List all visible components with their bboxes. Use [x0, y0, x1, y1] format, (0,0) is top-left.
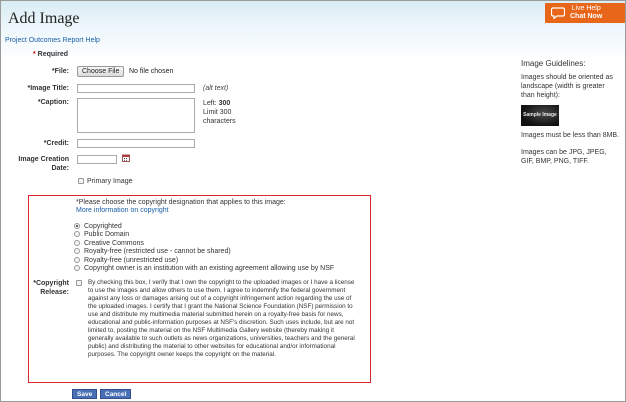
- radio-copyrighted[interactable]: [74, 223, 80, 229]
- primary-image-label: Primary Image: [87, 178, 133, 185]
- copyright-info-link[interactable]: More information on copyright: [76, 207, 169, 214]
- help-link[interactable]: Project Outcomes Report Help: [5, 37, 100, 44]
- file-label: *File:: [51, 68, 69, 75]
- cancel-button[interactable]: Cancel: [100, 389, 132, 399]
- creation-date-label-line2: Date:: [51, 165, 69, 172]
- option-label: Royalty-free (unrestricted use): [84, 257, 179, 264]
- guidelines-orientation-line1: Images should be oriented as: [521, 74, 613, 81]
- chat-now-label: Chat Now: [570, 13, 603, 20]
- calendar-icon[interactable]: [122, 154, 130, 162]
- chars-left-label: Left:: [203, 100, 217, 107]
- choose-file-button[interactable]: Choose File: [77, 66, 125, 77]
- limit-line1: Limit 300: [203, 109, 232, 116]
- copyright-release-text: By checking this box, I verify that I ow…: [88, 279, 355, 358]
- image-title-input[interactable]: [77, 84, 195, 93]
- guidelines-orientation-line3: than height):: [521, 92, 560, 99]
- save-button[interactable]: Save: [72, 389, 98, 399]
- option-label: Creative Commons: [84, 240, 144, 247]
- credit-label: *Credit:: [43, 140, 69, 147]
- copyright-release-label-line1: *Copyright: [33, 280, 69, 287]
- limit-line2: characters: [203, 118, 236, 125]
- radio-creative-commons[interactable]: [74, 240, 80, 246]
- creation-date-label: Image Creation Date:: [9, 155, 69, 173]
- live-help-label: Live Help: [571, 5, 601, 12]
- radio-public-domain[interactable]: [74, 231, 80, 237]
- page-frame: Add Image Live Help Chat Now Project Out…: [0, 0, 626, 402]
- option-label: Copyrighted: [84, 223, 122, 230]
- sample-image-thumbnail: Sample Image: [521, 105, 559, 126]
- guidelines-types-line1: Images can be JPG, JPEG,: [521, 149, 607, 156]
- guidelines-file-types: Images can be JPG, JPEG, GIF, BMP, PNG, …: [521, 148, 607, 166]
- copyright-release-label-line2: Release:: [40, 289, 69, 296]
- creation-date-label-line1: Image Creation: [18, 156, 69, 163]
- credit-input[interactable]: [77, 139, 195, 148]
- chars-left-value: 300: [218, 100, 231, 107]
- copyright-prompt: *Please choose the copyright designation…: [76, 199, 286, 206]
- radio-royalty-free-unrestricted[interactable]: [74, 257, 80, 263]
- image-title-label: *Image Title:: [27, 85, 70, 92]
- copyright-release-checkbox[interactable]: [76, 280, 82, 286]
- radio-institution-agreement[interactable]: [74, 265, 80, 271]
- required-note: * Required: [33, 51, 68, 58]
- copyright-release-label: *Copyright Release:: [9, 279, 69, 297]
- option-label: Public Domain: [84, 231, 130, 238]
- guidelines-orientation-line2: landscape (width is greater: [521, 83, 605, 90]
- guidelines-size-note: Images must be less than 8MB.: [521, 132, 620, 139]
- file-status: No file chosen: [129, 68, 174, 75]
- live-help-chat-button[interactable]: Live Help Chat Now: [545, 3, 625, 23]
- caption-label: *Caption:: [37, 99, 69, 106]
- option-label: Copyright owner is an institution with a…: [84, 265, 335, 272]
- caption-textarea[interactable]: [77, 98, 195, 133]
- guidelines-title: Image Guidelines:: [521, 59, 586, 68]
- image-guidelines: Image Guidelines: Images should be orien…: [521, 59, 621, 100]
- creation-date-input[interactable]: [77, 155, 117, 164]
- required-text: Required: [35, 51, 69, 58]
- guidelines-types-line2: GIF, BMP, PNG, TIFF.: [521, 158, 589, 165]
- primary-image-checkbox[interactable]: [78, 178, 84, 184]
- caption-char-counter: Left: 300 Limit 300 characters: [203, 99, 236, 126]
- radio-royalty-free-restricted[interactable]: [74, 248, 80, 254]
- alt-text-hint: (alt text): [203, 85, 229, 92]
- option-label: Royalty-free (restricted use - cannot be…: [84, 248, 231, 255]
- page-title: Add Image: [8, 10, 80, 27]
- chat-bubble-icon: [551, 7, 565, 19]
